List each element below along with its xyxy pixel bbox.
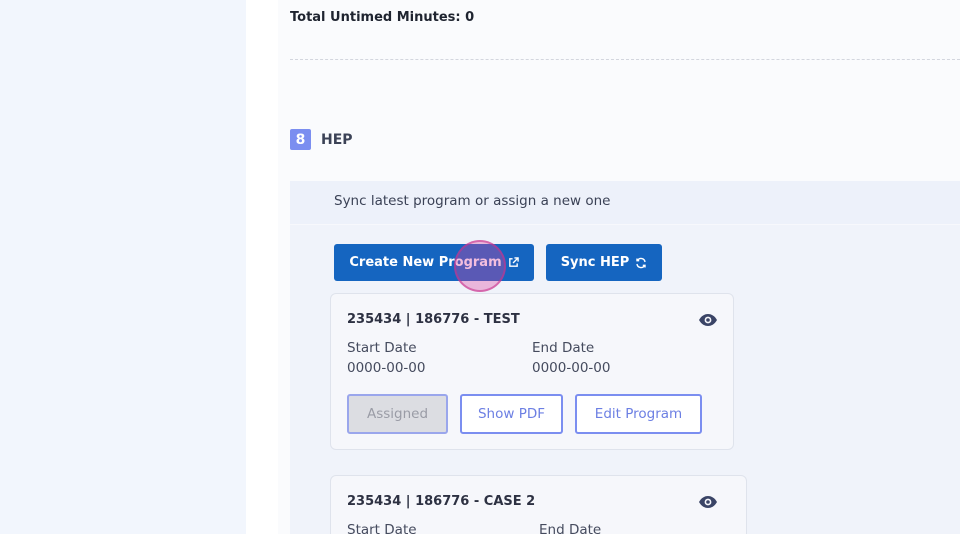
sync-info-text: Sync latest program or assign a new one: [334, 193, 611, 209]
start-date-label: Start Date: [347, 340, 417, 356]
program-card: 235434 | 186776 - TEST Start Date 0000-0…: [330, 293, 734, 450]
section-number-badge: 8: [290, 129, 311, 150]
external-link-icon: [508, 257, 519, 268]
sync-hep-button[interactable]: Sync HEP: [546, 244, 662, 281]
end-date-label: End Date: [532, 340, 595, 356]
hep-section-header: 8 HEP: [290, 129, 353, 150]
start-date-label: Start Date: [347, 522, 417, 534]
end-date-value: 0000-00-00: [532, 360, 611, 376]
main-content: Total Untimed Minutes: 0 8 HEP Sync late…: [278, 0, 960, 534]
left-panel: [0, 0, 246, 534]
sync-icon: [635, 257, 647, 269]
program-card-title: 235434 | 186776 - CASE 2: [347, 494, 536, 509]
program-card-title: 235434 | 186776 - TEST: [347, 312, 520, 327]
create-new-program-label: Create New Program: [349, 255, 502, 270]
start-date-value: 0000-00-00: [347, 360, 426, 376]
end-date-label: End Date: [539, 522, 602, 534]
gutter: [246, 0, 278, 534]
hep-panel: Sync latest program or assign a new one …: [290, 181, 960, 534]
sync-info-bar: Sync latest program or assign a new one: [290, 181, 960, 225]
assigned-button[interactable]: Assigned: [347, 394, 448, 434]
sync-hep-label: Sync HEP: [560, 255, 630, 270]
total-untimed-minutes: Total Untimed Minutes: 0: [290, 10, 475, 25]
edit-program-button[interactable]: Edit Program: [575, 394, 702, 434]
dotted-divider: [290, 59, 960, 60]
eye-icon[interactable]: [697, 311, 719, 329]
eye-icon[interactable]: [697, 493, 719, 511]
create-new-program-button[interactable]: Create New Program: [334, 244, 534, 281]
section-title: HEP: [321, 131, 353, 148]
show-pdf-button[interactable]: Show PDF: [460, 394, 563, 434]
program-card: 235434 | 186776 - CASE 2 Start Date End …: [330, 475, 747, 534]
